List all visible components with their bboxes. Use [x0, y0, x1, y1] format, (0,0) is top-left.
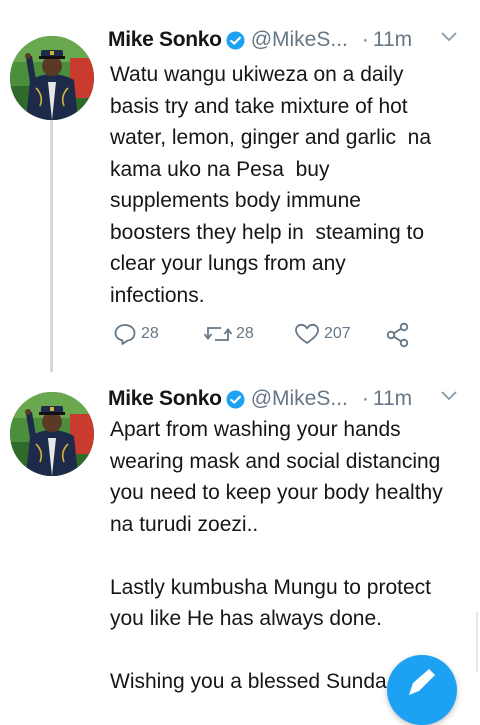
reply-count: 28	[141, 325, 159, 342]
chevron-down-icon[interactable]	[440, 390, 458, 402]
reply-button[interactable]: 28	[113, 322, 159, 346]
tweet-header: Mike Sonko @MikeS... · 11m	[108, 26, 412, 54]
tweet-header: Mike Sonko @MikeS... · 11m	[108, 385, 412, 413]
tweet-actions: 28 28 207	[113, 322, 433, 354]
chevron-down-icon[interactable]	[440, 31, 458, 43]
scrollbar-track[interactable]	[476, 612, 478, 672]
retweet-icon	[204, 327, 232, 341]
separator-dot: ·	[361, 387, 369, 410]
display-name[interactable]: Mike Sonko	[108, 387, 222, 411]
reply-icon	[114, 324, 136, 345]
share-icon	[386, 322, 409, 348]
separator-dot: ·	[361, 28, 369, 51]
verified-badge-icon	[226, 30, 245, 50]
user-handle[interactable]: @MikeS...	[251, 28, 348, 52]
tweet-text: Watu wangu ukiweza on a daily basis try …	[110, 63, 432, 307]
tweet-2[interactable]: Mike Sonko @MikeS... · 11m Apart from wa…	[0, 372, 480, 701]
like-button[interactable]: 207	[294, 322, 351, 346]
retweet-button[interactable]: 28	[204, 322, 254, 346]
timestamp[interactable]: 11m	[373, 387, 412, 411]
user-handle[interactable]: @MikeS...	[251, 387, 348, 411]
timestamp[interactable]: 11m	[373, 28, 412, 52]
avatar[interactable]	[10, 392, 94, 476]
tweet-1[interactable]: Mike Sonko @MikeS... · 11m Watu wangu uk…	[0, 0, 480, 372]
display-name[interactable]: Mike Sonko	[108, 28, 222, 52]
heart-icon	[295, 323, 319, 344]
share-button[interactable]	[385, 322, 411, 348]
compose-tweet-icon	[409, 669, 435, 695]
thread-connector-line	[50, 112, 53, 372]
retweet-count: 28	[236, 325, 254, 342]
avatar[interactable]	[10, 36, 94, 120]
verified-badge-icon	[226, 389, 245, 409]
compose-tweet-button[interactable]	[387, 655, 457, 725]
like-count: 207	[324, 325, 351, 342]
